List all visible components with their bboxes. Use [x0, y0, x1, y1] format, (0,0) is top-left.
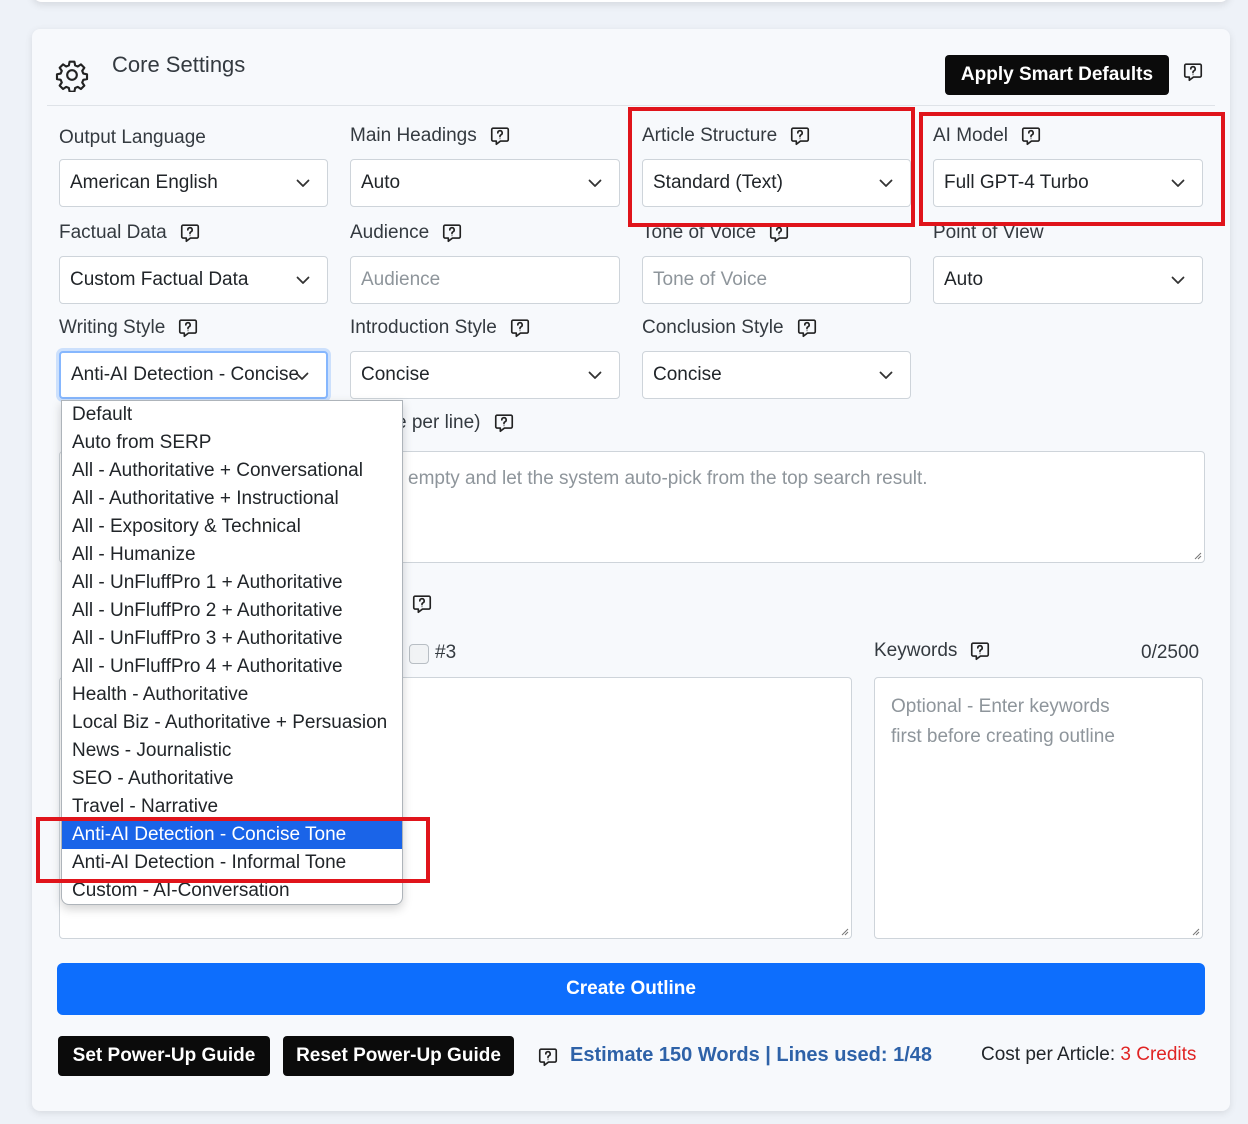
writing-style-option[interactable]: SEO - Authoritative	[62, 765, 402, 793]
output-language-label: Output Language	[59, 127, 206, 149]
reset-power-up-guide-button[interactable]: Reset Power-Up Guide	[283, 1036, 514, 1076]
highlight-box-article-structure	[628, 107, 915, 227]
factual-data-label-text: Factual Data	[59, 222, 167, 243]
writing-style-option[interactable]: All - Humanize	[62, 541, 402, 569]
main-headings-label: Main Headings	[350, 125, 511, 147]
chevron-down-icon	[879, 371, 893, 379]
help-icon[interactable]	[179, 222, 201, 244]
chevron-down-icon	[295, 372, 309, 380]
factual-data-select[interactable]: Custom Factual Data	[59, 256, 328, 304]
keywords-placeholder-line2: first before creating outline	[891, 726, 1115, 747]
writing-style-option[interactable]: All - UnFluffPro 2 + Authoritative	[62, 597, 402, 625]
help-icon[interactable]	[177, 317, 199, 339]
factual-data-value: Custom Factual Data	[70, 269, 249, 290]
factual-data-label: Factual Data	[59, 222, 201, 244]
gear-icon	[55, 60, 89, 92]
conclusion-style-label-text: Conclusion Style	[642, 317, 784, 338]
output-language-value: American English	[70, 172, 218, 193]
resize-grip-icon[interactable]	[1192, 550, 1202, 560]
main-headings-label-text: Main Headings	[350, 125, 477, 146]
audience-placeholder: Audience	[361, 269, 441, 290]
resize-grip-icon[interactable]	[1190, 926, 1200, 936]
main-headings-select[interactable]: Auto	[350, 159, 620, 207]
introduction-style-select[interactable]: Concise	[350, 351, 620, 399]
option-3-checkbox[interactable]	[409, 644, 429, 664]
writing-style-option[interactable]: All - Authoritative + Instructional	[62, 485, 402, 513]
header-divider	[47, 105, 1215, 106]
cost-credits: 3 Credits	[1120, 1044, 1197, 1065]
section-title: Core Settings	[112, 52, 246, 77]
chevron-down-icon	[1171, 276, 1185, 284]
headings-textarea-placeholder: empty and let the system auto-pick from …	[408, 468, 928, 489]
keywords-label: Keywords	[874, 640, 991, 662]
output-language-label-text: Output Language	[59, 127, 206, 148]
highlight-box-anti-ai-options	[36, 817, 430, 883]
writing-style-option[interactable]: Local Biz - Authoritative + Persuasion	[62, 709, 402, 737]
help-icon[interactable]	[537, 1046, 559, 1068]
introduction-style-value: Concise	[361, 364, 430, 385]
audience-label-text: Audience	[350, 222, 430, 243]
conclusion-style-value: Concise	[653, 364, 722, 385]
audience-label: Audience	[350, 222, 463, 244]
help-icon[interactable]	[1182, 61, 1204, 83]
writing-style-value: Anti-AI Detection - Concise	[71, 364, 300, 385]
help-icon[interactable]	[489, 125, 511, 147]
introduction-style-label-text: Introduction Style	[350, 317, 497, 338]
writing-style-option[interactable]: Default	[62, 401, 402, 429]
output-language-select[interactable]: American English	[59, 159, 328, 207]
writing-style-option[interactable]: All - Authoritative + Conversational	[62, 457, 402, 485]
point-of-view-value: Auto	[944, 269, 984, 290]
writing-style-option[interactable]: Health - Authoritative	[62, 681, 402, 709]
writing-style-option[interactable]: All - Expository & Technical	[62, 513, 402, 541]
previous-card	[32, 0, 1230, 2]
highlight-box-ai-model	[919, 112, 1225, 226]
cost-per-article: Cost per Article: 3 Credits	[981, 1044, 1196, 1066]
point-of-view-select[interactable]: Auto	[933, 256, 1203, 304]
writing-style-option[interactable]: All - UnFluffPro 4 + Authoritative	[62, 653, 402, 681]
keywords-counter: 0/2500	[1141, 642, 1200, 663]
chevron-down-icon	[588, 371, 602, 379]
resize-grip-icon[interactable]	[839, 926, 849, 936]
writing-style-option[interactable]: News - Journalistic	[62, 737, 402, 765]
chevron-down-icon	[296, 179, 310, 187]
writing-style-option[interactable]: All - UnFluffPro 1 + Authoritative	[62, 569, 402, 597]
writing-style-option[interactable]: Auto from SERP	[62, 429, 402, 457]
audience-input[interactable]: Audience	[350, 256, 620, 304]
tone-of-voice-placeholder: Tone of Voice	[653, 269, 768, 290]
writing-style-select[interactable]: Anti-AI Detection - Concise	[59, 351, 328, 399]
tone-of-voice-input[interactable]: Tone of Voice	[642, 256, 911, 304]
headings-per-line-label: e per line)	[396, 412, 515, 434]
keywords-label-text: Keywords	[874, 640, 958, 661]
help-icon[interactable]	[411, 593, 433, 615]
set-power-up-guide-button[interactable]: Set Power-Up Guide	[58, 1036, 270, 1076]
help-icon[interactable]	[969, 640, 991, 662]
word-estimate: Estimate 150 Words | Lines used: 1/48	[570, 1044, 933, 1066]
writing-style-label-text: Writing Style	[59, 317, 166, 338]
help-icon[interactable]	[509, 317, 531, 339]
keywords-textarea[interactable]: Optional - Enter keywords first before c…	[874, 677, 1203, 939]
cost-label: Cost per Article:	[981, 1044, 1116, 1065]
chevron-down-icon	[588, 179, 602, 187]
per-line-label-text: e per line)	[396, 412, 481, 433]
option-3-label: #3	[435, 642, 457, 663]
keywords-placeholder-line1: Optional - Enter keywords	[891, 696, 1110, 717]
writing-style-label: Writing Style	[59, 317, 199, 339]
conclusion-style-label: Conclusion Style	[642, 317, 818, 339]
conclusion-style-select[interactable]: Concise	[642, 351, 911, 399]
chevron-down-icon	[296, 276, 310, 284]
help-icon[interactable]	[441, 222, 463, 244]
main-headings-value: Auto	[361, 172, 401, 193]
introduction-style-label: Introduction Style	[350, 317, 531, 339]
create-outline-button[interactable]: Create Outline	[57, 963, 1205, 1015]
apply-smart-defaults-button[interactable]: Apply Smart Defaults	[945, 55, 1169, 95]
help-icon[interactable]	[493, 412, 515, 434]
writing-style-option[interactable]: All - UnFluffPro 3 + Authoritative	[62, 625, 402, 653]
help-icon[interactable]	[796, 317, 818, 339]
